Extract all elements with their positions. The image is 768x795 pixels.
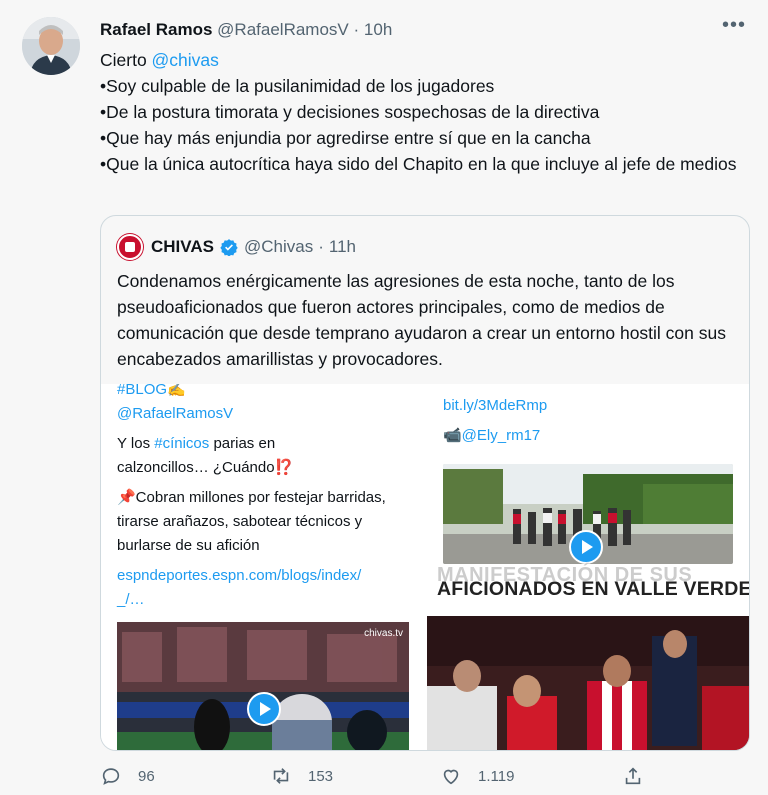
- tweet-line: •Que la única autocrítica haya sido del …: [100, 154, 737, 174]
- play-video-icon[interactable]: [247, 692, 281, 726]
- quoted-tweet-header: CHIVAS @Chivas · 11h: [117, 234, 361, 260]
- video-credit[interactable]: 📹@Ely_rm17: [443, 424, 547, 448]
- verified-badge-icon: [220, 239, 238, 256]
- embedded-tweet-left[interactable]: #BLOG✍️ @RafaelRamosV Y los #cínicos par…: [111, 384, 415, 610]
- cinicos-hashtag[interactable]: #cínicos: [154, 435, 209, 452]
- quoted-tweet-text: Condenamos enérgicamente las agresiones …: [117, 271, 726, 369]
- like-button[interactable]: 1.119: [440, 765, 514, 787]
- quoted-author-name[interactable]: CHIVAS: [151, 237, 214, 257]
- tweet-header: Rafael Ramos @RafaelRamosV · 10h: [100, 20, 392, 40]
- reply-button[interactable]: 96: [100, 765, 155, 787]
- fans-image: [427, 616, 749, 750]
- fans-photo[interactable]: [427, 616, 749, 750]
- tweet-line-text: Cierto: [100, 50, 152, 70]
- separator-dot: ·: [353, 20, 360, 39]
- tweet-text: Cierto @chivas •Soy culpable de la pusil…: [100, 47, 750, 177]
- retweet-icon: [273, 768, 289, 784]
- embedded-link[interactable]: espndeportes.espn.com/blogs/index/: [117, 564, 407, 588]
- tweet-line: •Que hay más enjundia por agredirse entr…: [100, 128, 591, 148]
- reply-count: 96: [138, 767, 155, 785]
- embedded-line: Y los #cínicos parias en: [117, 432, 407, 456]
- video-banner: MANIFESTACIÓN DE SUS AFICIONADOS EN VALL…: [427, 564, 749, 610]
- like-count: 1.119: [478, 767, 515, 785]
- tweet-line: •Soy culpable de la pusilanimidad de los…: [100, 76, 495, 96]
- embedded-paragraph: 📌Cobran millones por festejar barridas, …: [117, 489, 386, 554]
- chivas-logo-icon[interactable]: [117, 234, 143, 260]
- quoted-tweet[interactable]: CHIVAS @Chivas · 11h Condenamos enérgica…: [100, 215, 750, 751]
- reply-icon: [102, 768, 120, 785]
- mention-link[interactable]: @chivas: [152, 50, 219, 70]
- retweet-count: 153: [308, 767, 334, 785]
- retweet-button[interactable]: 153: [270, 765, 333, 787]
- stadium-image: [117, 622, 409, 750]
- more-options-icon[interactable]: •••: [722, 14, 746, 37]
- embedded-line: calzoncillos… ¿Cuándo⁉️: [117, 459, 294, 476]
- bitly-link[interactable]: bit.ly/3MdeRmp: [443, 394, 547, 418]
- blog-hashtag[interactable]: #BLOG✍️: [117, 384, 407, 402]
- street-protest-photo[interactable]: [443, 464, 733, 564]
- quoted-author-handle[interactable]: @Chivas: [244, 237, 313, 257]
- share-icon: [625, 767, 641, 785]
- banner-title: AFICIONADOS EN VALLE VERDE: [437, 578, 749, 600]
- avatar-portrait: [22, 17, 80, 75]
- tweet-time[interactable]: 10h: [364, 20, 392, 39]
- embedded-text: parias en: [209, 435, 276, 452]
- embedded-text: Y los: [117, 435, 155, 452]
- author-name[interactable]: Rafael Ramos: [100, 20, 212, 39]
- author-avatar[interactable]: [22, 17, 80, 75]
- heart-icon: [443, 769, 459, 785]
- embedded-tweet-right[interactable]: bit.ly/3MdeRmp 📹@Ely_rm17 MANIFESTACIÓN …: [427, 384, 749, 610]
- separator-dot: ·: [318, 237, 324, 256]
- share-button[interactable]: [622, 765, 660, 787]
- tweet-actions: 96 153 1.119: [100, 765, 660, 795]
- tv-watermark: chivas.tv: [364, 628, 403, 639]
- tweet-line: •De la postura timorata y decisiones sos…: [100, 102, 600, 122]
- stadium-video-thumbnail[interactable]: chivas.tv: [117, 622, 409, 750]
- play-video-icon[interactable]: [569, 530, 603, 564]
- author-handle[interactable]: @RafaelRamosV: [217, 20, 349, 39]
- quoted-tweet-time[interactable]: 11h: [329, 237, 356, 257]
- media-grid[interactable]: #BLOG✍️ @RafaelRamosV Y los #cínicos par…: [101, 384, 749, 750]
- embedded-link-cont[interactable]: _/…: [117, 588, 407, 610]
- tweet-line: Cierto @chivas: [100, 47, 750, 73]
- embedded-mention[interactable]: @RafaelRamosV: [117, 402, 407, 426]
